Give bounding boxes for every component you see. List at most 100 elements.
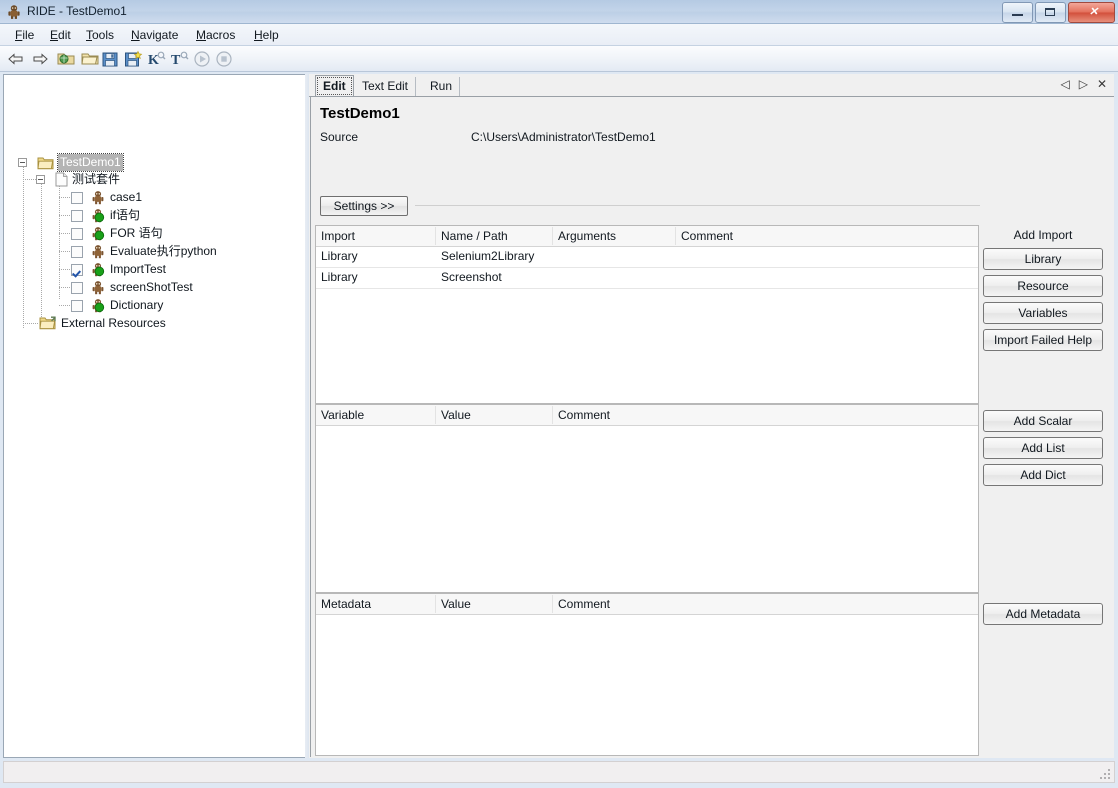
project-tree-panel[interactable]: TestDemo1 测试套件 case1 if语句 FOR 语句 Evaluat… <box>3 74 306 758</box>
tree-item-external-resources[interactable]: External Resources <box>39 315 166 332</box>
save-icon[interactable] <box>100 49 120 69</box>
tab-close-icon[interactable]: ✕ <box>1097 78 1107 90</box>
tree-item-checkbox[interactable] <box>71 191 83 204</box>
tree-item-label: 测试套件 <box>72 172 121 186</box>
tree-item-case1[interactable]: case1 <box>71 189 142 206</box>
tree-item-checkbox[interactable] <box>71 227 83 240</box>
add-variables-button[interactable]: Variables <box>983 302 1103 324</box>
tree-item-checkbox[interactable] <box>71 245 83 258</box>
tree-item-importtest[interactable]: ImportTest <box>71 261 166 278</box>
tree-item-if-statement[interactable]: if语句 <box>71 207 140 224</box>
tab-next-icon[interactable]: ▷ <box>1079 78 1088 90</box>
imports-grid[interactable]: Import Name / Path Arguments Comment Lib… <box>315 225 979 404</box>
side-button-column: Add Import Library Resource Variables Im… <box>979 97 1115 757</box>
resize-grip[interactable] <box>1098 767 1112 781</box>
minimize-button[interactable] <box>1002 2 1033 23</box>
table-row[interactable]: Library Screenshot <box>316 267 978 289</box>
menu-bar: File Edit Tools Navigate Macros Help <box>0 24 1118 46</box>
maximize-button[interactable] <box>1035 2 1066 23</box>
metadata-grid[interactable]: Metadata Value Comment <box>315 593 979 756</box>
menu-help[interactable]: Help <box>249 27 284 43</box>
tree-connector <box>59 287 71 288</box>
tree-item-label: case1 <box>110 190 143 204</box>
table-row[interactable]: Library Selenium2Library <box>316 246 978 268</box>
tree-connector <box>59 180 60 300</box>
menu-macros[interactable]: Macros <box>191 27 240 43</box>
expander-icon[interactable] <box>36 175 45 184</box>
open-folder-icon[interactable] <box>80 49 100 69</box>
tree-item-checkbox[interactable] <box>71 281 83 294</box>
tree-item-label: Evaluate执行python <box>110 244 217 258</box>
tab-strip: Edit Text Edit Run ◁ ▷ ✕ <box>309 74 1115 97</box>
tree-connector <box>59 215 71 216</box>
tree-item-checkbox[interactable] <box>71 263 83 276</box>
robot-icon <box>90 244 106 259</box>
variables-grid-header: Variable Value Comment <box>316 405 978 426</box>
tree-item-checkbox[interactable] <box>71 209 83 222</box>
add-library-button[interactable]: Library <box>983 248 1103 270</box>
tree-item-label: screenShotTest <box>110 280 193 294</box>
menu-tools[interactable]: Tools <box>81 27 119 43</box>
add-resource-button[interactable]: Resource <box>983 275 1103 297</box>
search-keyword-icon[interactable]: K <box>146 49 166 69</box>
run-icon[interactable] <box>192 49 212 69</box>
robot-green-icon <box>90 298 106 313</box>
source-label: Source <box>320 130 359 144</box>
imports-col-name-path: Name / Path <box>441 229 508 243</box>
tab-text-edit[interactable]: Text Edit <box>355 77 417 96</box>
add-metadata-button[interactable]: Add Metadata <box>983 603 1103 625</box>
tree-item-label: TestDemo1 <box>57 153 124 172</box>
tab-navigation: ◁ ▷ ✕ <box>1060 78 1107 90</box>
tree-item-test-suite[interactable]: 测试套件 <box>36 171 120 188</box>
search-tests-icon[interactable]: T <box>169 49 189 69</box>
variables-col-variable: Variable <box>321 408 365 422</box>
tab-run[interactable]: Run <box>423 77 461 96</box>
add-list-button[interactable]: Add List <box>983 437 1103 459</box>
back-arrow-icon[interactable] <box>6 49 26 69</box>
save-all-icon[interactable] <box>123 49 143 69</box>
robot-icon <box>90 280 106 295</box>
tree-item-screenshottest[interactable]: screenShotTest <box>71 279 193 296</box>
forward-arrow-icon[interactable] <box>30 49 50 69</box>
tree-item-label: if语句 <box>110 208 141 222</box>
tree-item-dictionary[interactable]: Dictionary <box>71 297 163 314</box>
source-value: C:\Users\Administrator\TestDemo1 <box>471 130 656 144</box>
add-import-label: Add Import <box>1013 228 1073 242</box>
tab-prev-icon[interactable]: ◁ <box>1060 78 1069 90</box>
imports-col-arguments: Arguments <box>558 229 617 243</box>
close-button[interactable]: ✕ <box>1068 2 1115 23</box>
svg-text:K: K <box>148 53 159 68</box>
menu-edit[interactable]: Edit <box>45 27 76 43</box>
metadata-col-comment: Comment <box>558 597 611 611</box>
add-dict-button[interactable]: Add Dict <box>983 464 1103 486</box>
tree-item-for-statement[interactable]: FOR 语句 <box>71 225 163 242</box>
add-scalar-button[interactable]: Add Scalar <box>983 410 1103 432</box>
window-controls: ✕ <box>1002 2 1115 23</box>
tree-connector <box>41 180 42 324</box>
tree-item-label: ImportTest <box>110 262 167 276</box>
file-icon <box>55 172 68 187</box>
robot-green-icon <box>90 226 106 241</box>
tree-item-testdemo1[interactable]: TestDemo1 <box>18 153 124 172</box>
expander-icon[interactable] <box>18 158 27 167</box>
tree-connector <box>59 197 71 198</box>
menu-file[interactable]: File <box>10 27 39 43</box>
metadata-grid-header: Metadata Value Comment <box>316 594 978 615</box>
variables-grid[interactable]: Variable Value Comment <box>315 404 979 593</box>
imports-grid-header: Import Name / Path Arguments Comment <box>316 226 978 247</box>
tree-item-checkbox[interactable] <box>71 299 83 312</box>
tree-connector <box>59 305 71 306</box>
status-bar <box>3 761 1115 783</box>
menu-navigate[interactable]: Navigate <box>126 27 183 43</box>
tree-connector <box>59 251 71 252</box>
tab-edit[interactable]: Edit <box>315 75 354 97</box>
robot-green-icon <box>90 262 106 277</box>
settings-toggle-button[interactable]: Settings >> <box>320 196 408 216</box>
open-directory-icon[interactable] <box>56 49 76 69</box>
variables-col-comment: Comment <box>558 408 611 422</box>
page-title: TestDemo1 <box>320 105 400 122</box>
tree-item-evaluate-python[interactable]: Evaluate执行python <box>71 243 217 260</box>
tree-connector <box>59 269 71 270</box>
import-failed-help-button[interactable]: Import Failed Help <box>983 329 1103 351</box>
stop-icon[interactable] <box>214 49 234 69</box>
